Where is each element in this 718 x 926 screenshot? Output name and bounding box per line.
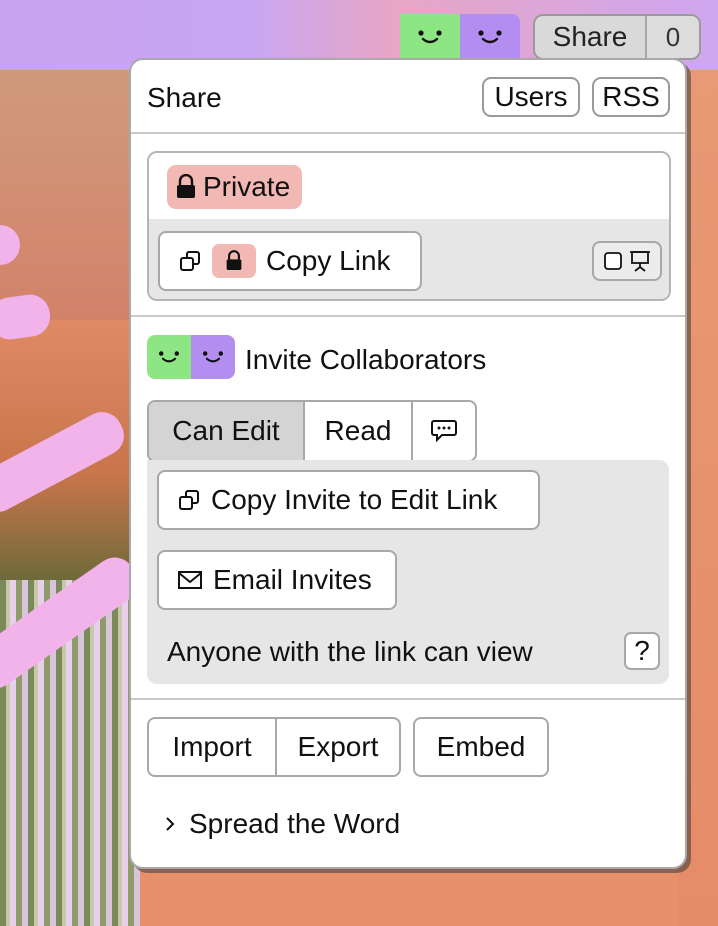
smiley-face-icon [202, 351, 224, 363]
import-button[interactable]: Import [149, 719, 275, 775]
private-label: Private [203, 171, 291, 202]
user-avatar [191, 335, 235, 379]
chevron-right-icon [166, 817, 175, 831]
email-invites-label: Email Invites [213, 564, 372, 595]
collaborator-avatars [147, 335, 235, 379]
divider [131, 315, 685, 317]
tab-read[interactable]: Read [303, 402, 411, 460]
presentation-mode-toggle[interactable] [592, 241, 662, 281]
copy-link-label: Copy Link [266, 245, 391, 276]
email-invites-button[interactable]: Email Invites [157, 550, 397, 610]
popover-title: Share [147, 82, 222, 113]
spread-the-word-label: Spread the Word [189, 808, 401, 839]
help-button[interactable]: ? [624, 632, 660, 670]
tab-comment[interactable] [411, 402, 475, 460]
access-level-row: Private [149, 153, 669, 221]
copy-link-area: Copy Link [149, 219, 669, 299]
copy-icon [179, 490, 199, 510]
share-button-label: Share [535, 16, 647, 58]
lock-icon [177, 174, 195, 198]
user-avatar[interactable] [460, 14, 520, 60]
copy-icon [180, 251, 200, 271]
tab-can-edit[interactable]: Can Edit [149, 402, 303, 460]
divider [131, 132, 685, 134]
invite-options-area: Copy Invite to Edit Link Email Invites A… [147, 460, 669, 684]
envelope-icon [178, 571, 202, 589]
copy-link-button[interactable]: Copy Link [158, 231, 422, 291]
smiley-face-icon [478, 30, 502, 44]
copy-invite-link-button[interactable]: Copy Invite to Edit Link [157, 470, 540, 530]
smiley-face-icon [158, 351, 180, 363]
users-button[interactable]: Users [482, 77, 580, 117]
spread-the-word-toggle[interactable]: Spread the Word [163, 808, 400, 840]
access-box: Private Copy Link [147, 151, 671, 301]
user-avatar[interactable] [400, 14, 460, 60]
import-export-group: Import Export [147, 717, 401, 777]
lock-icon [212, 244, 256, 278]
invite-heading: Invite Collaborators [245, 344, 487, 375]
export-button[interactable]: Export [275, 719, 399, 775]
divider [131, 698, 685, 700]
checkbox-icon [604, 252, 622, 270]
permission-tabs: Can Edit Read [147, 400, 477, 462]
copy-invite-label: Copy Invite to Edit Link [211, 484, 498, 515]
comment-icon [431, 420, 457, 443]
rss-button[interactable]: RSS [592, 77, 670, 117]
share-popover: Share Users RSS Private Copy Link Invite… [129, 58, 687, 869]
link-permission-note: Anyone with the link can view [167, 636, 533, 667]
embed-button[interactable]: Embed [413, 717, 549, 777]
private-access-toggle[interactable]: Private [167, 165, 303, 209]
user-avatar [147, 335, 191, 379]
share-count: 0 [647, 16, 699, 58]
share-toggle-button[interactable]: Share 0 [533, 14, 701, 60]
smiley-face-icon [418, 30, 442, 44]
present-icon [630, 251, 650, 272]
